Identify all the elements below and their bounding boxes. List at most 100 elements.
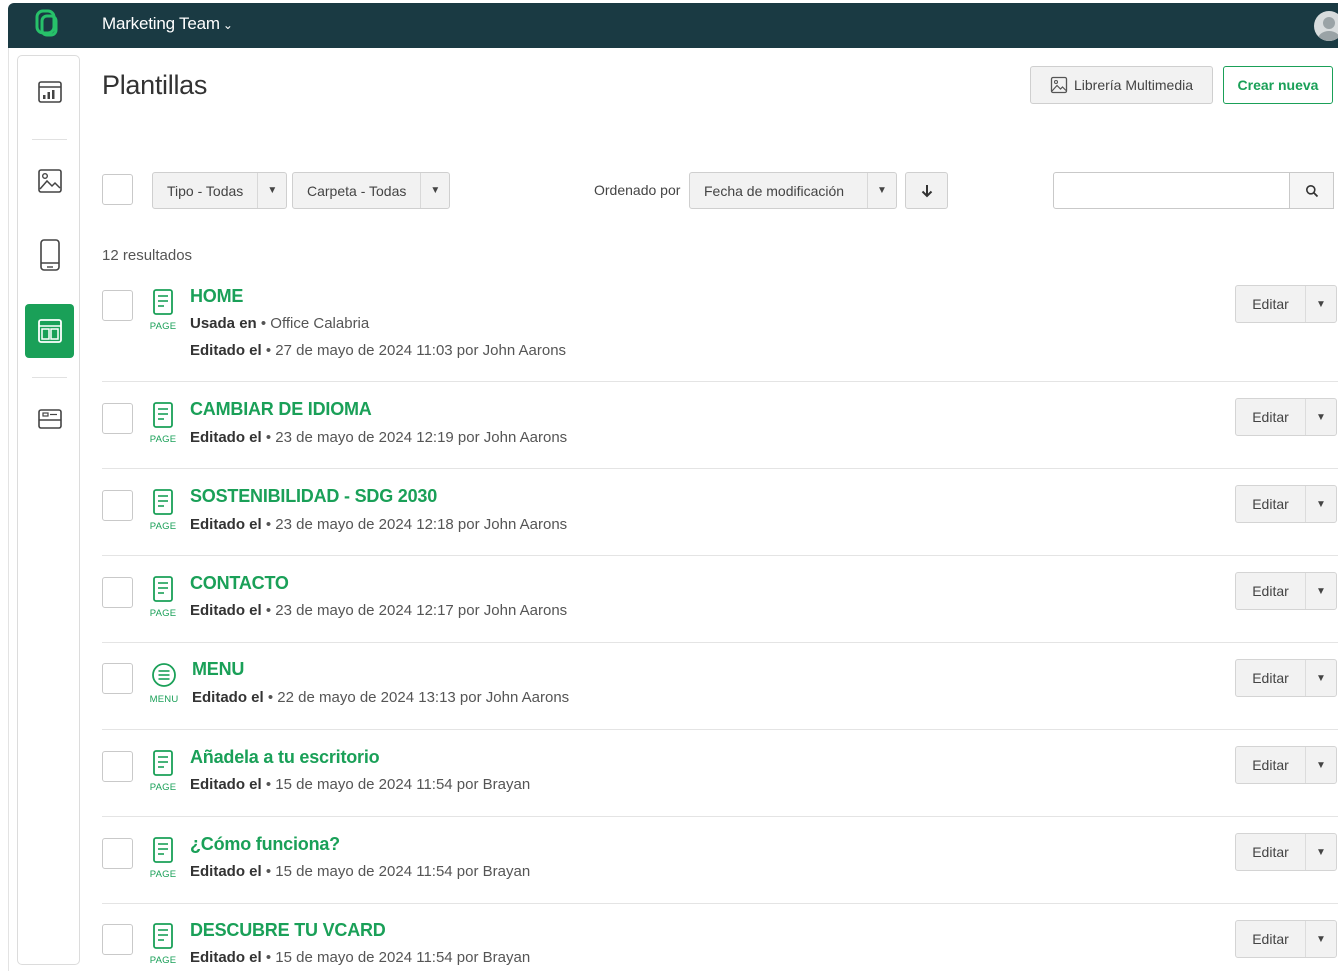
page-type-icon: PAGE (148, 288, 178, 332)
page-type-icon: PAGE (148, 575, 178, 619)
image-icon (1050, 76, 1068, 94)
edited-text: Editado el • 23 de mayo de 2024 12:19 po… (190, 429, 568, 446)
caret-down-icon[interactable]: ▼ (1306, 586, 1336, 597)
image-icon (37, 169, 62, 193)
table-row: PAGE Añadela a tu escritorio Editado el … (102, 745, 1338, 817)
caret-down-icon: ▼ (267, 185, 278, 196)
edit-split-button[interactable]: Editar ▼ (1235, 833, 1337, 871)
type-label: PAGE (149, 869, 177, 880)
row-checkbox[interactable] (102, 403, 133, 434)
page-icon (153, 750, 173, 776)
caret-down-icon[interactable]: ▼ (1306, 299, 1336, 310)
template-name-link[interactable]: MENU (192, 659, 244, 680)
type-label: MENU (149, 694, 179, 705)
search-icon (1305, 184, 1318, 197)
caret-down-icon[interactable]: ▼ (1306, 673, 1336, 684)
edit-button[interactable]: Editar (1236, 921, 1306, 957)
edited-text: Editado el • 15 de mayo de 2024 11:54 po… (190, 949, 531, 966)
template-name-link[interactable]: ¿Cómo funciona? (190, 834, 340, 855)
user-avatar[interactable] (1314, 11, 1338, 41)
table-row: PAGE CAMBIAR DE IDIOMA Editado el • 23 d… (102, 397, 1338, 469)
row-checkbox[interactable] (102, 577, 133, 608)
edit-button[interactable]: Editar (1236, 573, 1306, 609)
edited-text: Editado el • 23 de mayo de 2024 12:17 po… (190, 602, 568, 619)
menu-type-icon: MENU (146, 661, 182, 705)
edit-button[interactable]: Editar (1236, 286, 1306, 322)
team-selector[interactable]: Marketing Team ⌄ (102, 14, 233, 34)
type-label: PAGE (149, 521, 177, 532)
caret-down-icon[interactable]: ▼ (1306, 499, 1336, 510)
table-row: PAGE DESCUBRE TU VCARD Editado el • 15 d… (102, 918, 1338, 971)
template-name-link[interactable]: HOME (190, 286, 243, 307)
template-icon (37, 319, 62, 343)
sidebar-item-media[interactable] (25, 154, 74, 208)
select-all-checkbox[interactable] (102, 174, 133, 205)
used-in-text: Usada en • Office Calabria (190, 315, 370, 332)
edit-split-button[interactable]: Editar ▼ (1235, 285, 1337, 323)
caret-down-icon[interactable]: ▼ (1306, 934, 1336, 945)
edit-button[interactable]: Editar (1236, 660, 1306, 696)
edit-button[interactable]: Editar (1236, 486, 1306, 522)
type-label: PAGE (149, 955, 177, 966)
page-icon (153, 402, 173, 428)
row-checkbox[interactable] (102, 663, 133, 694)
template-name-link[interactable]: CAMBIAR DE IDIOMA (190, 399, 372, 420)
page-type-icon: PAGE (148, 836, 178, 880)
type-filter-dropdown[interactable]: Tipo - Todas ▼ (152, 172, 288, 209)
sidebar-item-templates[interactable] (25, 304, 74, 358)
sidebar-item-analytics[interactable] (25, 65, 74, 119)
edit-split-button[interactable]: Editar ▼ (1235, 659, 1337, 697)
edit-button[interactable]: Editar (1236, 834, 1306, 870)
edit-split-button[interactable]: Editar ▼ (1235, 746, 1337, 784)
edit-button[interactable]: Editar (1236, 399, 1306, 435)
page-type-icon: PAGE (148, 749, 178, 793)
type-label: PAGE (149, 608, 177, 619)
create-new-button[interactable]: Crear nueva (1223, 66, 1333, 104)
caret-down-icon[interactable]: ▼ (1306, 847, 1336, 858)
mobile-icon (39, 239, 60, 271)
template-name-link[interactable]: CONTACTO (190, 573, 289, 594)
table-row: MENU MENU Editado el • 22 de mayo de 202… (102, 657, 1338, 730)
app-logo-icon[interactable] (34, 9, 60, 39)
page-type-icon: PAGE (148, 401, 178, 445)
table-row: PAGE CONTACTO Editado el • 23 de mayo de… (102, 571, 1338, 643)
sort-direction-button[interactable] (905, 172, 948, 209)
page-icon (153, 837, 173, 863)
row-checkbox[interactable] (102, 924, 133, 955)
row-checkbox[interactable] (102, 290, 133, 321)
table-row: PAGE HOME Usada en • Office Calabria Edi… (102, 284, 1338, 382)
edit-split-button[interactable]: Editar ▼ (1235, 398, 1337, 436)
caret-down-icon: ▼ (877, 185, 887, 196)
template-name-link[interactable]: Añadela a tu escritorio (190, 747, 380, 768)
caret-down-icon[interactable]: ▼ (1306, 412, 1336, 423)
sidebar-item-mobile[interactable] (25, 228, 74, 282)
folder-filter-dropdown[interactable]: Carpeta - Todas ▼ (292, 172, 451, 209)
media-library-button[interactable]: Librería Multimedia (1030, 66, 1213, 104)
page-icon (153, 923, 173, 949)
search-input[interactable] (1053, 172, 1290, 209)
arrow-down-icon (921, 184, 932, 197)
edited-text: Editado el • 22 de mayo de 2024 13:13 po… (192, 689, 570, 706)
template-name-link[interactable]: DESCUBRE TU VCARD (190, 920, 386, 941)
edit-button[interactable]: Editar (1236, 747, 1306, 783)
folder-filter-label: Carpeta - Todas (293, 173, 422, 208)
sort-dropdown[interactable]: Fecha de modificación ▼ (689, 172, 897, 209)
analytics-icon (37, 81, 62, 103)
row-checkbox[interactable] (102, 751, 133, 782)
caret-down-icon: ▼ (430, 185, 441, 196)
template-name-link[interactable]: SOSTENIBILIDAD - SDG 2030 (190, 486, 437, 507)
edit-split-button[interactable]: Editar ▼ (1235, 920, 1337, 958)
search-button[interactable] (1290, 172, 1334, 209)
chevron-down-icon: ⌄ (222, 18, 233, 32)
results-count: 12 resultados (102, 247, 193, 264)
sort-label: Ordenado por (594, 182, 681, 198)
row-checkbox[interactable] (102, 838, 133, 869)
edited-text: Editado el • 15 de mayo de 2024 11:54 po… (190, 863, 531, 880)
sidebar-item-cards[interactable] (25, 392, 74, 446)
row-checkbox[interactable] (102, 490, 133, 521)
table-row: PAGE ¿Cómo funciona? Editado el • 15 de … (102, 832, 1338, 904)
caret-down-icon[interactable]: ▼ (1306, 760, 1336, 771)
edit-split-button[interactable]: Editar ▼ (1235, 572, 1337, 610)
page-type-icon: PAGE (148, 488, 178, 532)
edit-split-button[interactable]: Editar ▼ (1235, 485, 1337, 523)
